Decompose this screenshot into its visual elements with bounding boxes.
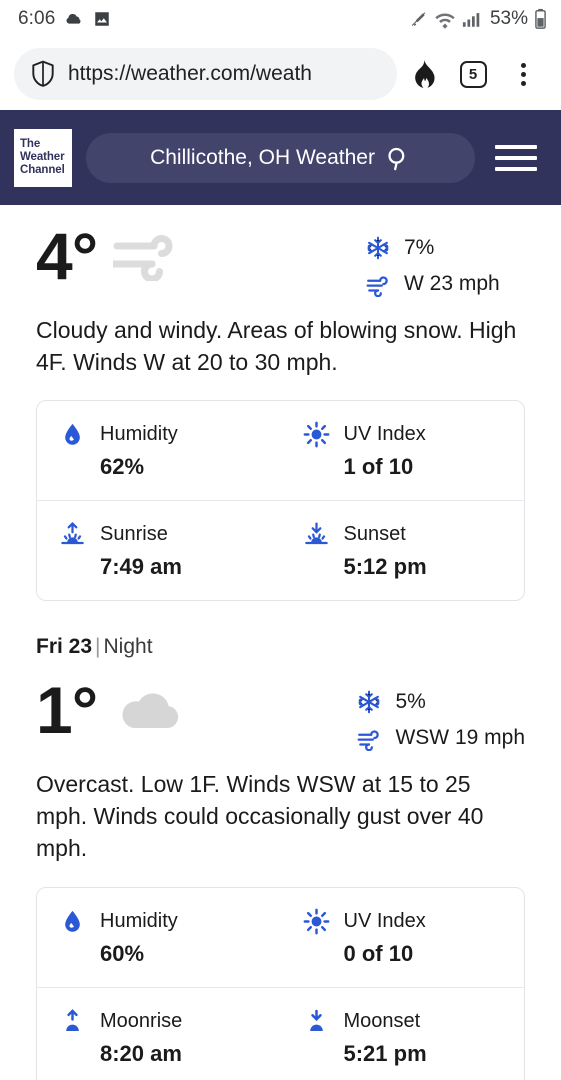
detail-uv-night-label: UV Index [343, 909, 426, 932]
sunrise-icon [61, 522, 84, 545]
detail-humidity-night: Humidity 60% [37, 888, 281, 987]
detail-moonset-label: Moonset [343, 1009, 421, 1032]
day-temperature: 4° [36, 219, 98, 293]
wind-icon [110, 229, 185, 286]
day-temperature-group: 4° [36, 223, 365, 289]
night-condition-stats: 5% WSW 19 mph [356, 677, 525, 752]
detail-sunset-label: Sunset [343, 523, 406, 546]
day-details-card: Humidity 62% UV Index 1 of 10 Sunrise 7:… [36, 400, 525, 602]
detail-uv-night: UV Index 0 of 10 [281, 888, 525, 987]
day-precip-chance: 7% [365, 235, 525, 261]
forecast-period-day: 4° 7% W 23 mph Cloudy and windy. Areas o… [36, 205, 525, 602]
detail-humidity-day-label: Humidity [100, 423, 178, 446]
image-icon [95, 12, 110, 26]
night-temperature-row: 1° 5% WSW 19 mph [36, 659, 525, 755]
sunset-icon [304, 522, 328, 545]
night-precip-chance: 5% [356, 689, 525, 715]
night-wind: WSW 19 mph [356, 725, 525, 752]
day-wind-value: W 23 mph [404, 272, 500, 295]
cloud-icon [66, 13, 81, 24]
detail-sunset: Sunset 5:12 pm [281, 501, 525, 600]
uv-sun-icon [303, 908, 329, 935]
detail-sunset-value: 5:12 pm [343, 554, 427, 580]
battery-icon [535, 8, 546, 29]
browser-toolbar: https://weather.com/weath 5 [0, 38, 561, 110]
night-details-card: Humidity 60% UV Index 0 of 10 Moonrise 8… [36, 886, 525, 1080]
logo-line-1: The [20, 138, 41, 151]
humidity-droplet-icon [65, 424, 80, 446]
location-search-label: Chillicothe, OH Weather [150, 145, 375, 169]
detail-humidity-day-value: 62% [100, 454, 145, 480]
detail-uv-day-label: UV Index [343, 423, 426, 446]
moonset-icon [309, 1009, 323, 1031]
detail-humidity-night-label: Humidity [100, 909, 178, 932]
shield-icon [32, 60, 54, 87]
night-temperature-group: 1° [36, 677, 356, 743]
night-period-day: Fri 23 [36, 635, 93, 659]
detail-sunrise: Sunrise 7:49 am [37, 501, 281, 600]
status-bar-left: 6:06 [18, 8, 111, 30]
night-narrative: Overcast. Low 1F. Winds WSW at 15 to 25 … [36, 771, 484, 861]
detail-sunrise-value: 7:49 am [100, 554, 182, 580]
weather-channel-logo[interactable]: The Weather Channel [14, 128, 72, 187]
cellular-signal-icon [462, 12, 480, 27]
night-details-row-2: Moonrise 8:20 am Moonset 5:21 pm [37, 986, 525, 1080]
humidity-droplet-icon [65, 910, 80, 932]
microphone-slash-icon [411, 11, 426, 26]
address-bar[interactable]: https://weather.com/weath [14, 48, 397, 100]
night-precip-value: 5% [395, 690, 426, 714]
night-period-part: Night [103, 635, 153, 659]
day-details-row-1: Humidity 62% UV Index 1 of 10 [37, 401, 524, 500]
forecast-period-night: Fri 23 | Night 1° 5% WSW 19 mph Overcast… [36, 635, 525, 1080]
status-bar-right: 53% [409, 8, 547, 30]
day-wind: W 23 mph [365, 271, 525, 297]
detail-humidity-day: Humidity 62% [37, 401, 281, 500]
hamburger-menu-icon[interactable] [489, 139, 543, 177]
android-status-bar: 6:06 53% [0, 0, 561, 38]
detail-moonset-value: 5:21 pm [343, 1040, 427, 1066]
detail-moonrise: Moonrise 8:20 am [37, 988, 281, 1080]
tab-count-label: 5 [459, 60, 487, 88]
logo-line-3: Channel [20, 163, 65, 176]
wifi-icon [435, 12, 455, 29]
day-condition-stats: 7% W 23 mph [365, 223, 525, 297]
flame-icon[interactable] [399, 50, 447, 98]
detail-uv-night-value: 0 of 10 [343, 940, 414, 966]
logo-line-2: Weather [20, 151, 65, 164]
night-temperature: 1° [36, 673, 98, 748]
moonrise-icon [66, 1008, 79, 1031]
detail-moonrise-value: 8:20 am [100, 1040, 182, 1066]
night-period-heading: Fri 23 | Night [36, 635, 525, 659]
tab-switcher-button[interactable]: 5 [449, 50, 497, 98]
kebab-menu-icon [520, 62, 526, 86]
cloud-icon [113, 683, 185, 740]
browser-menu-button[interactable] [499, 50, 547, 98]
night-details-row-1: Humidity 60% UV Index 0 of 10 [37, 888, 524, 987]
detail-sunrise-label: Sunrise [100, 523, 168, 546]
detail-moonset: Moonset 5:21 pm [281, 988, 525, 1080]
snowflake-icon [359, 691, 380, 714]
day-temperature-row: 4° 7% W 23 mph [36, 205, 525, 301]
battery-percent-label: 53% [489, 8, 528, 29]
day-precip-value: 7% [404, 236, 435, 259]
search-icon [388, 147, 405, 170]
url-text: https://weather.com/weath [68, 62, 312, 85]
night-wind-value: WSW 19 mph [395, 726, 525, 750]
snowflake-icon [367, 236, 389, 260]
day-narrative: Cloudy and windy. Areas of blowing snow.… [36, 317, 517, 375]
detail-moonrise-label: Moonrise [100, 1009, 183, 1032]
status-clock: 6:06 [18, 8, 56, 29]
site-header: The Weather Channel Chillicothe, OH Weat… [0, 110, 561, 205]
weather-page: 4° 7% W 23 mph Cloudy and windy. Areas o… [0, 205, 561, 1080]
wind-icon [358, 730, 380, 752]
location-search-button[interactable]: Chillicothe, OH Weather [86, 132, 475, 183]
wind-icon [366, 276, 388, 297]
detail-humidity-night-value: 60% [100, 940, 145, 966]
night-period-separator: | [95, 635, 101, 659]
detail-uv-day: UV Index 1 of 10 [281, 401, 525, 500]
uv-sun-icon [303, 422, 329, 448]
day-details-row-2: Sunrise 7:49 am Sunset 5:12 pm [37, 500, 524, 600]
detail-uv-day-value: 1 of 10 [343, 454, 414, 480]
